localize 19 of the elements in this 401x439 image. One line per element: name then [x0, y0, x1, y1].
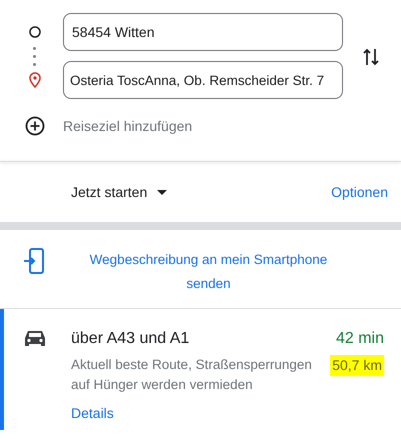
- depart-time-dropdown[interactable]: Jetzt starten: [71, 182, 168, 202]
- route-card[interactable]: über A43 und A1 42 min Aktuell beste Route, Straßensperrungen auf Hünger werden vermieden 50,7 km Details: [0, 309, 401, 430]
- start-field[interactable]: 58454 Witten: [63, 13, 343, 51]
- route-description: Aktuell beste Route, Straßensperrungen auf Hünger werden vermieden: [71, 356, 313, 394]
- add-destination-link[interactable]: Reiseziel hinzufügen: [63, 116, 192, 136]
- start-point-icon: [28, 26, 40, 38]
- route-dots-icon: [33, 46, 36, 66]
- add-icon[interactable]: [24, 116, 44, 136]
- route-distance: 50,7 km: [330, 355, 384, 376]
- options-link[interactable]: Optionen: [331, 182, 388, 202]
- caret-icon: [157, 190, 168, 194]
- details-link[interactable]: Details: [71, 403, 114, 424]
- destination-field[interactable]: Osteria ToscAnna, Ob. Remscheider Str. 7: [63, 61, 343, 99]
- send-to-phone-link[interactable]: Wegbeschreibung an mein Smartphone senden: [44, 248, 385, 296]
- car-icon: [24, 329, 46, 347]
- send-to-phone-icon: [24, 248, 44, 274]
- route-duration: 42 min: [336, 329, 384, 349]
- location-pin-icon: [28, 72, 40, 88]
- route-title: über A43 und A1: [71, 329, 190, 349]
